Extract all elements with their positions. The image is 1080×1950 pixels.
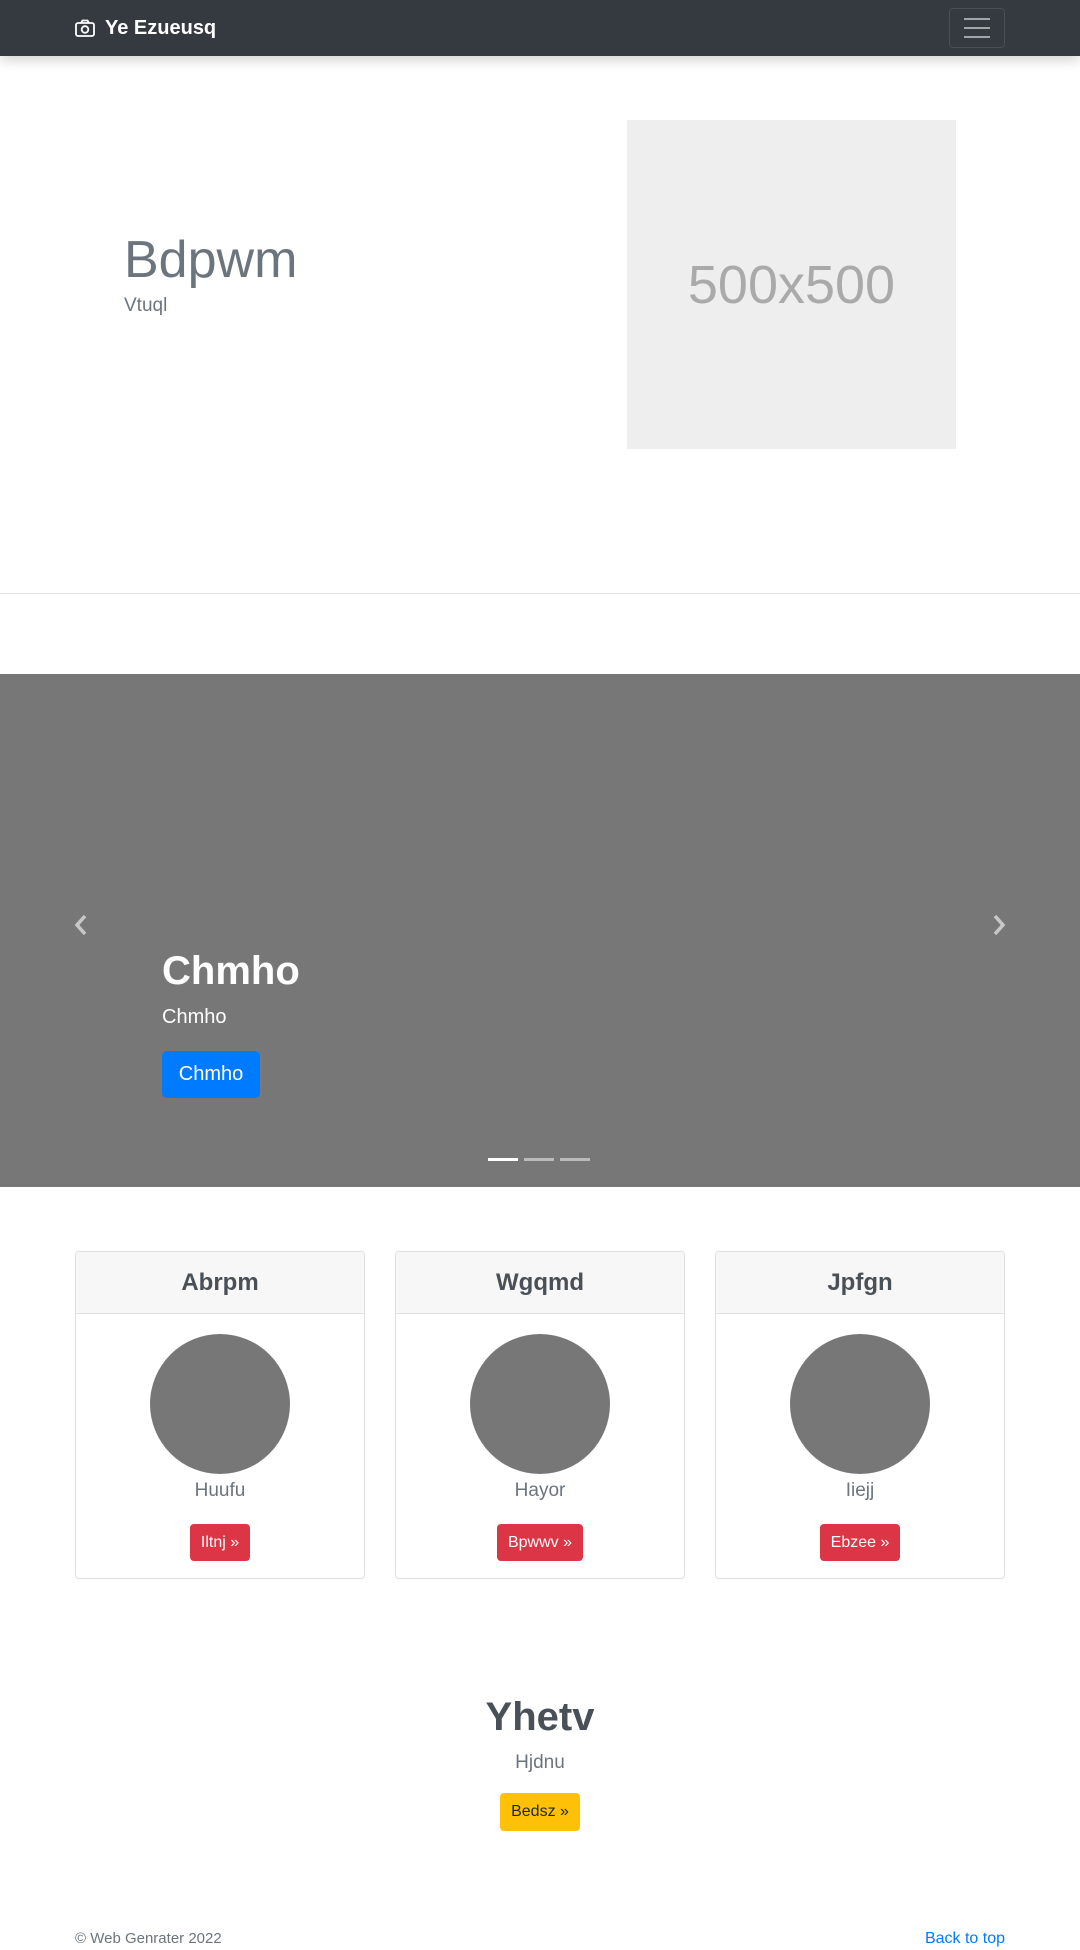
- card-avatar-placeholder: [150, 1334, 290, 1474]
- camera-icon: [75, 19, 95, 37]
- card-1: Abrpm Huufu Iltnj »: [75, 1251, 365, 1579]
- carousel-indicator-1[interactable]: [488, 1158, 518, 1161]
- brand-link[interactable]: Ye Ezueusq: [75, 0, 216, 56]
- carousel-caption-button[interactable]: Chmho: [162, 1051, 260, 1098]
- hero-image-label: 500x500: [687, 254, 896, 315]
- card-2: Wgqmd Hayor Bpwwv »: [395, 1251, 685, 1579]
- cta-title: Yhetv: [485, 1695, 595, 1739]
- card-button[interactable]: Ebzee »: [819, 1524, 901, 1561]
- card-3: Jpfgn Iiejj Ebzee »: [715, 1251, 1005, 1579]
- carousel-indicator-3[interactable]: [560, 1158, 590, 1161]
- carousel-indicators: [488, 1158, 590, 1161]
- hamburger-line: [964, 36, 990, 38]
- hero-image-placeholder: 500x500: [627, 120, 956, 449]
- carousel: Chmho Chmho Chmho: [0, 674, 1080, 1187]
- card-avatar-placeholder: [790, 1334, 930, 1474]
- back-to-top-link[interactable]: Back to top: [925, 1930, 1005, 1948]
- carousel-prev-button[interactable]: [66, 902, 96, 948]
- cta-button[interactable]: Bedsz »: [500, 1793, 580, 1831]
- card-header: Wgqmd: [396, 1252, 684, 1314]
- carousel-next-button[interactable]: [984, 902, 1014, 948]
- cta-subtitle: Hjdnu: [515, 1752, 565, 1773]
- footer-copyright: © Web Genrater 2022: [75, 1930, 222, 1947]
- chevron-left-icon: [74, 914, 87, 936]
- carousel-caption-text: Chmho: [162, 1006, 227, 1028]
- hero-subtitle: Vtuql: [124, 295, 168, 316]
- card-button[interactable]: Bpwwv »: [496, 1524, 584, 1561]
- carousel-indicator-2[interactable]: [524, 1158, 554, 1161]
- card-text: Iiejj: [845, 1480, 875, 1501]
- hamburger-line: [964, 27, 990, 29]
- card-text: Huufu: [194, 1480, 246, 1501]
- card-button[interactable]: Iltnj »: [189, 1524, 251, 1561]
- navbar: Ye Ezueusq: [0, 0, 1080, 56]
- carousel-caption-title: Chmho: [162, 949, 300, 993]
- card-avatar-placeholder: [470, 1334, 610, 1474]
- hamburger-line: [964, 18, 990, 20]
- card-header: Jpfgn: [716, 1252, 1004, 1314]
- section-divider: [0, 593, 1080, 594]
- hero-title: Bdpwm: [124, 231, 298, 289]
- navbar-toggler-button[interactable]: [949, 8, 1005, 48]
- brand-name: Ye Ezueusq: [105, 16, 217, 39]
- card-header: Abrpm: [76, 1252, 364, 1314]
- chevron-right-icon: [993, 914, 1006, 936]
- card-text: Hayor: [514, 1480, 566, 1501]
